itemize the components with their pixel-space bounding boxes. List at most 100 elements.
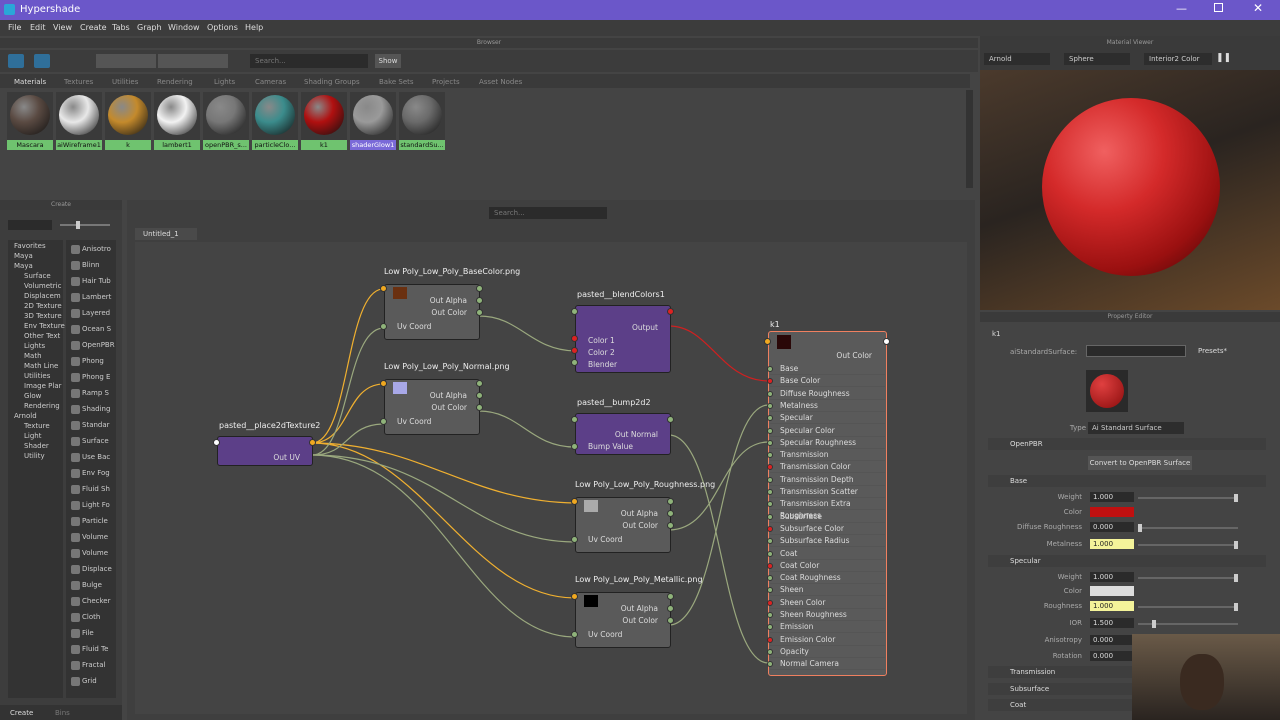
input-port[interactable] bbox=[571, 593, 578, 600]
create-item[interactable]: Volume bbox=[82, 549, 108, 557]
k1-attribute[interactable]: Normal Camera bbox=[767, 658, 885, 671]
category-item[interactable]: Image Plar bbox=[24, 382, 61, 390]
section-base[interactable]: Base bbox=[988, 475, 1266, 487]
out-alpha-port[interactable] bbox=[667, 605, 674, 612]
out-alpha-port[interactable] bbox=[667, 510, 674, 517]
spec-weight-knob[interactable] bbox=[1234, 574, 1238, 582]
spec-roughness-slider[interactable] bbox=[1138, 606, 1238, 608]
menu-help[interactable]: Help bbox=[245, 23, 263, 32]
rotation-field[interactable]: 0.000 bbox=[1090, 651, 1134, 661]
diffuse-roughness-field[interactable]: 0.000 bbox=[1090, 522, 1134, 532]
material-swatch[interactable]: Mascara bbox=[7, 92, 53, 150]
blend-node[interactable]: Output Color 1 Color 2 Blender bbox=[575, 305, 671, 373]
create-item[interactable]: OpenPBR bbox=[82, 341, 115, 349]
category-item[interactable]: 3D Texture bbox=[24, 312, 62, 320]
create-zoom-knob[interactable] bbox=[76, 221, 80, 229]
create-item[interactable]: Surface bbox=[82, 437, 109, 445]
category-item[interactable]: Volumetric bbox=[24, 282, 61, 290]
graph-search-input[interactable]: Search... bbox=[489, 207, 607, 219]
create-item[interactable]: Fluid Te bbox=[82, 645, 108, 653]
base-weight-slider[interactable] bbox=[1138, 497, 1238, 499]
type-dropdown[interactable]: Ai Standard Surface bbox=[1088, 422, 1184, 434]
create-item[interactable]: Fluid Sh bbox=[82, 485, 110, 493]
menu-tabs[interactable]: Tabs bbox=[112, 23, 130, 32]
tab-textures[interactable]: Textures bbox=[64, 78, 93, 86]
output-port[interactable] bbox=[667, 416, 674, 423]
texture-node[interactable]: Out Alpha Out Color Uv Coord bbox=[384, 284, 480, 340]
attribute-port[interactable] bbox=[767, 513, 773, 520]
k1-attribute[interactable]: Diffuse Roughness bbox=[767, 388, 885, 400]
color1-port[interactable] bbox=[571, 335, 578, 342]
show-button[interactable]: Show bbox=[375, 54, 401, 68]
create-item[interactable]: Standar bbox=[82, 421, 110, 429]
create-item[interactable]: Blinn bbox=[82, 261, 100, 269]
out-color-port[interactable] bbox=[476, 309, 483, 316]
spec-roughness-field[interactable]: 1.000 bbox=[1090, 601, 1134, 611]
attribute-port[interactable] bbox=[767, 612, 773, 618]
k1-attribute[interactable]: Subsurface Radius bbox=[767, 535, 885, 548]
ior-field[interactable]: 1.500 bbox=[1090, 618, 1134, 628]
node-name-input[interactable] bbox=[1086, 345, 1186, 357]
category-item[interactable]: Arnold bbox=[14, 412, 37, 420]
material-swatch[interactable]: lambert1 bbox=[154, 92, 200, 150]
output-port[interactable] bbox=[667, 498, 674, 505]
attribute-port[interactable] bbox=[767, 636, 773, 643]
category-item[interactable]: Favorites bbox=[14, 242, 46, 250]
view-toggle-icons[interactable] bbox=[96, 54, 156, 68]
uv-port[interactable] bbox=[380, 323, 387, 330]
browser-search-input[interactable]: Search... bbox=[250, 54, 368, 68]
k1-attribute[interactable]: Transmission Depth bbox=[767, 474, 885, 486]
input-port[interactable] bbox=[571, 308, 578, 315]
create-item[interactable]: Phong E bbox=[82, 373, 110, 381]
k1-attribute[interactable]: Sheen Color bbox=[767, 597, 885, 609]
sort-icons[interactable] bbox=[158, 54, 228, 68]
blender-port[interactable] bbox=[571, 359, 578, 366]
k1-attribute[interactable]: Transmission Extra Roughness bbox=[767, 498, 885, 520]
create-item[interactable]: Phong bbox=[82, 357, 104, 365]
tab-asset-nodes[interactable]: Asset Nodes bbox=[479, 78, 522, 86]
metalness-knob[interactable] bbox=[1234, 541, 1238, 549]
category-item[interactable]: Rendering bbox=[24, 402, 60, 410]
out-color-port[interactable] bbox=[476, 404, 483, 411]
uv-port[interactable] bbox=[380, 418, 387, 425]
attribute-port[interactable] bbox=[767, 501, 773, 508]
k1-attribute[interactable]: Specular Color bbox=[767, 425, 885, 437]
category-item[interactable]: Utilities bbox=[24, 372, 50, 380]
k1-attribute[interactable]: Base Color bbox=[767, 375, 885, 388]
tab-materials[interactable]: Materials bbox=[14, 78, 46, 86]
base-weight-knob[interactable] bbox=[1234, 494, 1238, 502]
base-color-swatch[interactable] bbox=[1090, 507, 1134, 517]
category-item[interactable]: 2D Texture bbox=[24, 302, 62, 310]
output-port[interactable] bbox=[883, 338, 890, 345]
category-item[interactable]: Shader bbox=[24, 442, 49, 450]
create-item[interactable]: Grid bbox=[82, 677, 97, 685]
tab-cameras[interactable]: Cameras bbox=[255, 78, 286, 86]
input-port[interactable] bbox=[380, 380, 387, 387]
category-item[interactable]: Glow bbox=[24, 392, 41, 400]
browser-scrollbar[interactable] bbox=[966, 90, 973, 188]
create-item[interactable]: Volume bbox=[82, 533, 108, 541]
menu-edit[interactable]: Edit bbox=[30, 23, 46, 32]
k1-attribute[interactable]: Transmission bbox=[767, 449, 885, 462]
create-item[interactable]: Bulge bbox=[82, 581, 102, 589]
category-item[interactable]: Texture bbox=[24, 422, 50, 430]
k1-attribute[interactable]: Opacity bbox=[767, 646, 885, 658]
k1-attribute[interactable]: Emission Color bbox=[767, 634, 885, 646]
attribute-port[interactable] bbox=[767, 538, 773, 545]
menu-file[interactable]: File bbox=[8, 23, 21, 32]
spec-weight-field[interactable]: 1.000 bbox=[1090, 572, 1134, 582]
material-swatch[interactable]: openPBR_s... bbox=[203, 92, 249, 150]
attribute-port[interactable] bbox=[767, 452, 773, 459]
attribute-port[interactable] bbox=[767, 427, 773, 434]
attribute-port[interactable] bbox=[767, 390, 773, 397]
texture-node[interactable]: Out Alpha Out Color Uv Coord bbox=[575, 497, 671, 553]
category-item[interactable]: Surface bbox=[24, 272, 51, 280]
k1-attribute[interactable]: Transmission Scatter bbox=[767, 486, 885, 498]
attribute-port[interactable] bbox=[767, 599, 773, 606]
create-item[interactable]: Checker bbox=[82, 597, 110, 605]
input-port[interactable] bbox=[213, 439, 220, 446]
category-item[interactable]: Utility bbox=[24, 452, 45, 460]
diffuse-roughness-knob[interactable] bbox=[1138, 524, 1142, 532]
pause-icon[interactable]: ❚❚ bbox=[1216, 53, 1236, 65]
create-item[interactable]: Light Fo bbox=[82, 501, 110, 509]
